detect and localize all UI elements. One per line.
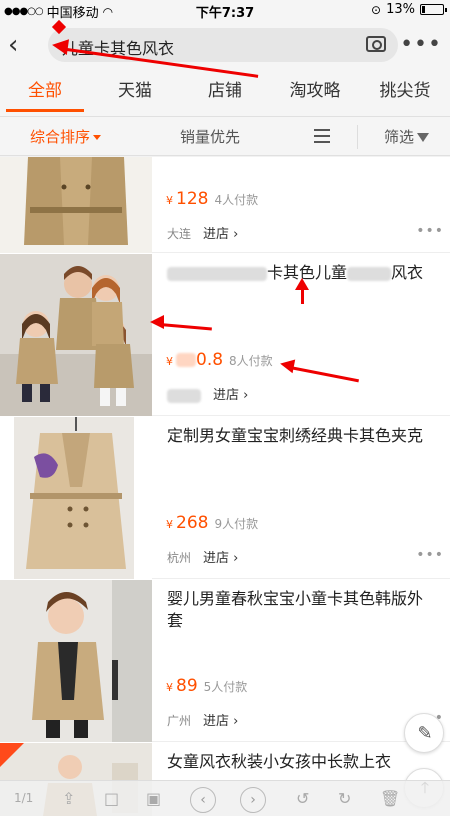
more-menu-icon[interactable]: ••• xyxy=(400,32,442,57)
page-indicator: 1/1 xyxy=(14,791,34,805)
currency-symbol: ¥ xyxy=(166,518,173,531)
orientation-lock-icon: ⊙ xyxy=(371,2,382,17)
filter-button[interactable]: 筛选 xyxy=(384,126,430,147)
battery-icon xyxy=(420,4,447,15)
paid-count: 8人付款 xyxy=(229,354,273,368)
edit-note-icon: ✎ xyxy=(417,723,433,744)
tab-shops[interactable]: 店铺 xyxy=(180,72,270,116)
product-title[interactable]: 定制男女童宝宝刺绣经典卡其色夹克 xyxy=(167,425,437,447)
price-value: 89 xyxy=(176,676,198,696)
city: 大连 xyxy=(167,227,192,241)
price: ¥0.8 8人付款 xyxy=(166,350,273,370)
enter-shop-link[interactable]: 进店 › xyxy=(203,227,238,242)
price: ¥268 9人付款 xyxy=(166,513,258,533)
battery-percent: 13% xyxy=(386,2,415,17)
share-icon[interactable]: ⇪ xyxy=(62,789,75,808)
sort-sales-button[interactable]: 销量优先 xyxy=(180,126,240,147)
product-title[interactable]: 女童风衣秋装小女孩中长款上衣 xyxy=(167,751,437,773)
price-value: 268 xyxy=(176,513,209,533)
product-image[interactable] xyxy=(0,157,152,253)
prev-page-button[interactable]: ‹ xyxy=(190,787,216,813)
redo-icon[interactable]: ↻ xyxy=(338,789,351,808)
item-more-icon[interactable]: ••• xyxy=(416,547,444,563)
paid-count: 4人付款 xyxy=(214,193,259,207)
product-image[interactable] xyxy=(0,254,152,416)
enter-shop-link[interactable]: 进店 › xyxy=(203,714,238,729)
back-arrow-icon[interactable]: ‹ xyxy=(8,30,32,60)
price-value: 128 xyxy=(176,189,209,209)
product-image[interactable] xyxy=(0,417,152,579)
product-title[interactable]: 婴儿男童春秋宝宝小童卡其色韩版外套 xyxy=(167,588,437,632)
paid-count: 9人付款 xyxy=(214,517,259,531)
price: ¥128 4人付款 xyxy=(166,189,258,209)
filter-funnel-icon xyxy=(417,133,430,142)
list-item[interactable]: ¥128 4人付款 大连 进店 › ••• xyxy=(0,157,450,253)
bottom-toolbar: 1/1 ⇪ □ ▣ ‹ › ↺ ↻ 🗑 xyxy=(0,780,450,816)
currency-symbol: ¥ xyxy=(166,194,173,207)
price-value: 0.8 xyxy=(196,350,224,370)
enter-shop-link[interactable]: 进店 › xyxy=(203,551,238,566)
location: 进店 › xyxy=(167,384,248,403)
battery-area: ⊙ 13% xyxy=(371,2,447,17)
redacted-text xyxy=(167,266,267,281)
product-list: ¥128 4人付款 大连 进店 › ••• 卡其色儿童 风衣 ¥ 0.8 8人付… xyxy=(0,157,450,816)
annotation-arrow-head xyxy=(50,36,70,56)
category-tabs: 全部 天猫 店铺 淘攻略 挑尖货 xyxy=(0,72,450,116)
sort-default-label: 综合排序 xyxy=(30,128,91,146)
tab-all[interactable]: 全部 xyxy=(0,72,90,116)
redacted-city xyxy=(167,388,201,403)
tab-guides[interactable]: 淘攻略 xyxy=(270,72,360,116)
trash-icon[interactable]: 🗑 xyxy=(380,789,400,808)
filter-label: 筛选 xyxy=(384,128,415,146)
sort-bar: 综合排序 销量优先 筛选 xyxy=(0,116,450,156)
search-input[interactable]: 儿童卡其色风衣 xyxy=(48,28,398,62)
undo-icon[interactable]: ↺ xyxy=(296,789,309,808)
city: 广州 xyxy=(167,714,192,728)
annotation-arrow-head xyxy=(278,356,296,374)
price: ¥89 5人付款 xyxy=(166,676,247,696)
list-item[interactable]: 卡其色儿童 风衣 ¥0.8 8人付款 进店 › xyxy=(0,254,450,416)
status-bar: ●●●○○ 中国移动 ◠ 下午7:37 ⊙ 13% xyxy=(0,0,450,21)
tab-premium[interactable]: 挑尖货 xyxy=(360,72,450,116)
annotation-arrow-head xyxy=(295,278,309,290)
location: 广州 进店 › xyxy=(167,710,238,729)
redacted-text xyxy=(347,266,392,281)
list-item[interactable]: 婴儿男童春秋宝宝小童卡其色韩版外套 ¥895人付款 广州进店 › ••• xyxy=(0,580,450,742)
item-more-icon[interactable]: ••• xyxy=(416,223,444,239)
caret-down-icon xyxy=(93,135,102,140)
product-image[interactable] xyxy=(0,580,152,742)
list-view-icon[interactable] xyxy=(314,128,330,144)
city: 杭州 xyxy=(167,551,192,565)
enter-shop-link[interactable]: 进店 › xyxy=(213,388,248,403)
currency-symbol: ¥ xyxy=(166,681,173,694)
camera-icon[interactable] xyxy=(366,36,386,52)
list-item[interactable]: 定制男女童宝宝刺绣经典卡其色夹克 ¥268 9人付款 杭州 进店 › ••• xyxy=(0,417,450,579)
next-page-button[interactable]: › xyxy=(240,787,266,813)
location: 大连 进店 › xyxy=(167,223,238,242)
bookmark-icon[interactable]: □ xyxy=(104,789,119,808)
feedback-button[interactable]: ✎ xyxy=(404,713,444,753)
divider xyxy=(357,125,358,149)
location: 杭州 进店 › xyxy=(167,547,238,566)
tabs-icon[interactable]: ▣ xyxy=(146,789,161,808)
title-end: 风衣 xyxy=(391,263,424,282)
tab-tmall[interactable]: 天猫 xyxy=(90,72,180,116)
currency-symbol: ¥ xyxy=(166,355,173,368)
annotation-arrow-head xyxy=(150,315,164,329)
sort-default-button[interactable]: 综合排序 xyxy=(30,126,102,147)
redacted-price xyxy=(176,353,196,367)
paid-count: 5人付款 xyxy=(203,680,248,694)
